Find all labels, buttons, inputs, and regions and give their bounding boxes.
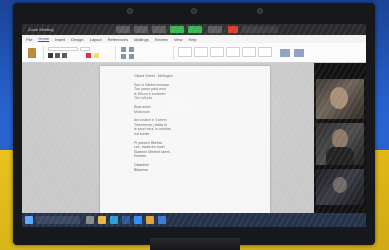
participant-tile[interactable] (316, 123, 364, 165)
participant-tile[interactable] (316, 169, 364, 205)
document-area: Cillard Street , Mettogen . . Sun in Wint… (22, 63, 314, 213)
tab-mailings[interactable]: Mailings (134, 37, 149, 42)
paste-icon[interactable] (28, 48, 36, 58)
participant-tile[interactable] (316, 79, 364, 119)
meeting-title: Zoom Meeting (28, 27, 54, 32)
participant-panel (314, 63, 366, 213)
camera-dot (127, 8, 133, 14)
person-video-tile (333, 177, 347, 193)
style-title[interactable] (242, 47, 256, 57)
share-screen-icon[interactable] (170, 26, 184, 33)
person-shoulders (326, 147, 354, 165)
tab-references[interactable]: References (108, 37, 128, 42)
style-no-spacing[interactable] (194, 47, 208, 57)
zoom-icon[interactable] (134, 216, 142, 224)
tab-home[interactable]: Home (38, 36, 50, 42)
document-line: Bilanens (134, 167, 148, 172)
edge-icon[interactable] (110, 216, 118, 224)
font-size-select[interactable] (80, 47, 90, 51)
tab-view[interactable]: View (174, 37, 183, 42)
style-normal[interactable] (178, 47, 192, 57)
taskbar (22, 213, 366, 227)
find-icon[interactable] (280, 49, 290, 57)
windows-start-icon[interactable] (25, 216, 33, 224)
bold-icon[interactable] (48, 53, 53, 58)
tab-help[interactable]: Help (188, 37, 196, 42)
font-color-icon[interactable] (86, 53, 91, 58)
italic-icon[interactable] (55, 53, 60, 58)
bullets-icon[interactable] (121, 47, 126, 52)
align-center-icon[interactable] (129, 54, 134, 59)
participants-icon[interactable] (152, 26, 166, 33)
more-controls[interactable] (242, 26, 278, 33)
webcam-icon (191, 8, 197, 14)
underline-icon[interactable] (62, 53, 67, 58)
monitor: Zoom Meeting File Home Insert Design Lay… (13, 3, 375, 245)
video-icon[interactable] (134, 26, 148, 33)
style-subtitle[interactable] (258, 47, 272, 57)
ribbon-tabs: File Home Insert Design Layout Reference… (22, 35, 366, 43)
task-view-icon[interactable] (86, 216, 94, 224)
font-name-select[interactable] (48, 47, 78, 51)
search-box[interactable] (36, 216, 80, 224)
tab-layout[interactable]: Layout (90, 37, 102, 42)
monitor-stand (150, 238, 240, 250)
person-video-tile (330, 87, 348, 109)
clipboard-group (24, 46, 44, 60)
end-icon[interactable] (228, 26, 238, 33)
person-video-tile (332, 129, 348, 149)
chrome-icon[interactable] (146, 216, 154, 224)
dictate-icon[interactable] (294, 49, 304, 57)
font-group (46, 46, 116, 60)
tab-review[interactable]: Review (155, 37, 168, 42)
mute-icon[interactable] (116, 26, 130, 33)
app-icon[interactable] (158, 216, 166, 224)
highlight-icon[interactable] (94, 53, 99, 58)
document-page[interactable]: Cillard Street , Mettogen . . Sun in Wint… (100, 66, 270, 213)
numbering-icon[interactable] (129, 47, 134, 52)
style-heading-1[interactable] (210, 47, 224, 57)
file-explorer-icon[interactable] (98, 216, 106, 224)
tab-file[interactable]: File (26, 37, 32, 42)
tab-insert[interactable]: Insert (55, 37, 65, 42)
tab-design[interactable]: Design (71, 37, 83, 42)
word-icon[interactable] (122, 216, 130, 224)
reactions-icon[interactable] (208, 26, 222, 33)
record-icon[interactable] (188, 26, 202, 33)
screen: Zoom Meeting File Home Insert Design Lay… (22, 24, 366, 227)
camera-dot (257, 8, 263, 14)
zoom-meeting-bar: Zoom Meeting (22, 24, 366, 35)
paragraph-group (118, 46, 174, 60)
align-left-icon[interactable] (121, 54, 126, 59)
ribbon (22, 43, 366, 63)
style-heading-2[interactable] (226, 47, 240, 57)
